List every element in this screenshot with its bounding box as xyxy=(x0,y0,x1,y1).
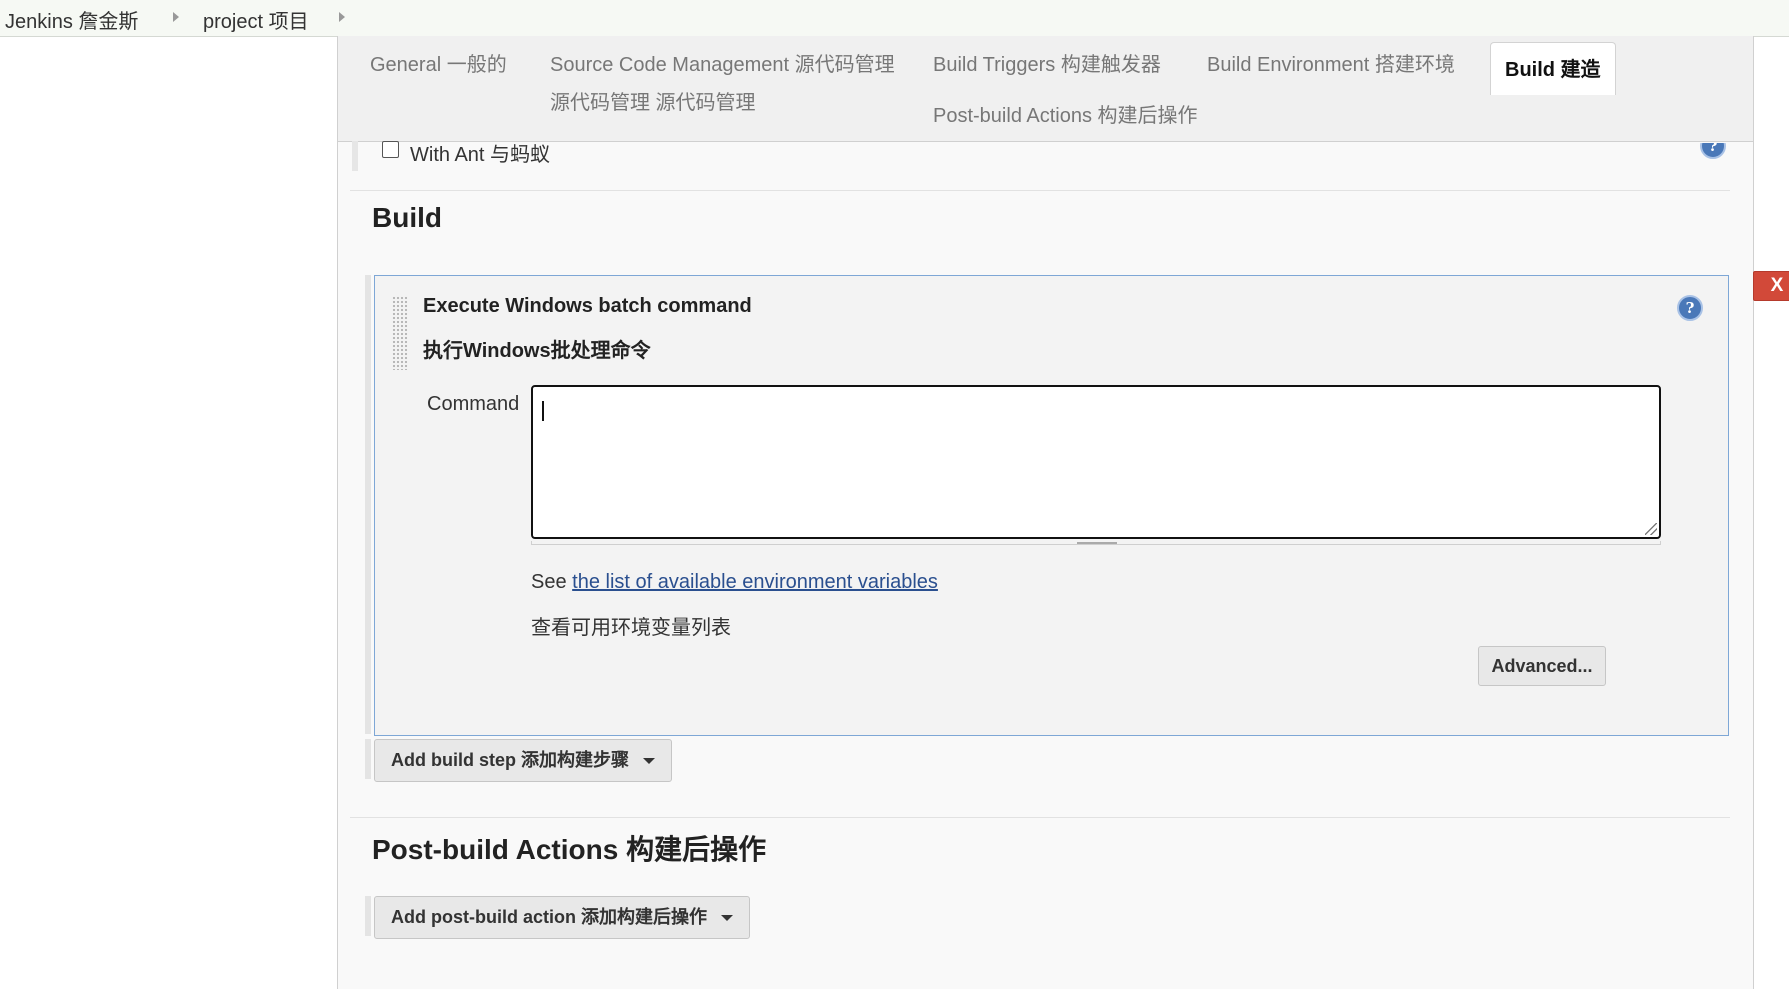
tab-build-triggers[interactable]: Build Triggers 构建触发器 xyxy=(933,46,1161,84)
step-title: Execute Windows batch command xyxy=(423,295,752,317)
section-divider xyxy=(350,817,1730,818)
resize-grip-icon[interactable] xyxy=(1645,523,1657,535)
with-ant-option: With Ant 与蚂蚁 xyxy=(352,141,1738,171)
section-divider xyxy=(350,190,1730,191)
build-section-title: Build xyxy=(372,202,442,233)
advanced-button[interactable]: Advanced... xyxy=(1478,646,1606,686)
tab-source-code-management[interactable]: Source Code Management 源代码管理 xyxy=(550,46,895,84)
add-post-build-action-label: Add post-build action 添加构建后操作 xyxy=(391,907,707,927)
build-step-execute-windows-batch: Execute Windows batch command 执行Windows批… xyxy=(374,271,1789,736)
text-caret xyxy=(542,401,544,421)
env-vars-prefix: See xyxy=(531,571,573,593)
tab-general[interactable]: General 一般的 xyxy=(370,46,507,84)
breadcrumb: Jenkins 詹金斯 project 项目 xyxy=(0,0,1789,37)
add-build-step-label: Add build step 添加构建步骤 xyxy=(391,750,629,770)
post-build-section-title: Post-build Actions 构建后操作 xyxy=(372,834,767,865)
with-ant-checkbox[interactable] xyxy=(382,141,399,158)
add-build-step-button[interactable]: Add build step 添加构建步骤 xyxy=(374,739,672,782)
chevron-right-icon[interactable] xyxy=(339,12,345,22)
caret-down-icon xyxy=(643,758,655,765)
add-post-build-action-button[interactable]: Add post-build action 添加构建后操作 xyxy=(374,896,750,939)
breadcrumb-item-project[interactable]: project 项目 xyxy=(203,5,309,34)
drag-handle-icon[interactable] xyxy=(392,296,408,370)
tab-build[interactable]: Build 建造 xyxy=(1490,42,1616,95)
step-left-bar xyxy=(365,739,371,779)
config-tabs: General 一般的 Source Code Management 源代码管理… xyxy=(338,36,1753,142)
tab-post-build-actions[interactable]: Post-build Actions 构建后操作 xyxy=(933,97,1198,135)
with-ant-label: With Ant 与蚂蚁 xyxy=(410,144,551,166)
help-icon[interactable]: ? xyxy=(1677,295,1703,321)
env-vars-link[interactable]: the list of available environment variab… xyxy=(572,571,938,593)
command-label: Command xyxy=(427,393,520,415)
delete-step-button[interactable]: X xyxy=(1753,271,1789,301)
step-left-bar xyxy=(365,275,371,734)
command-textarea[interactable] xyxy=(531,385,1661,539)
textarea-expand-bar[interactable] xyxy=(531,541,1661,545)
tab-build-environment[interactable]: Build Environment 搭建环境 xyxy=(1207,46,1455,84)
step-left-bar xyxy=(365,896,371,936)
env-vars-hint: See the list of available environment va… xyxy=(531,571,938,594)
caret-down-icon xyxy=(720,915,733,922)
env-vars-hint-cn: 查看可用环境变量列表 xyxy=(531,617,731,639)
chevron-right-icon[interactable] xyxy=(173,12,179,22)
step-title-cn: 执行Windows批处理命令 xyxy=(423,340,651,362)
breadcrumb-item-jenkins[interactable]: Jenkins 詹金斯 xyxy=(5,5,138,34)
tab-source-code-management-line2[interactable]: 源代码管理 源代码管理 xyxy=(550,84,756,122)
expand-grip-icon[interactable] xyxy=(1077,542,1117,544)
config-panel: General 一般的 Source Code Management 源代码管理… xyxy=(337,36,1789,989)
